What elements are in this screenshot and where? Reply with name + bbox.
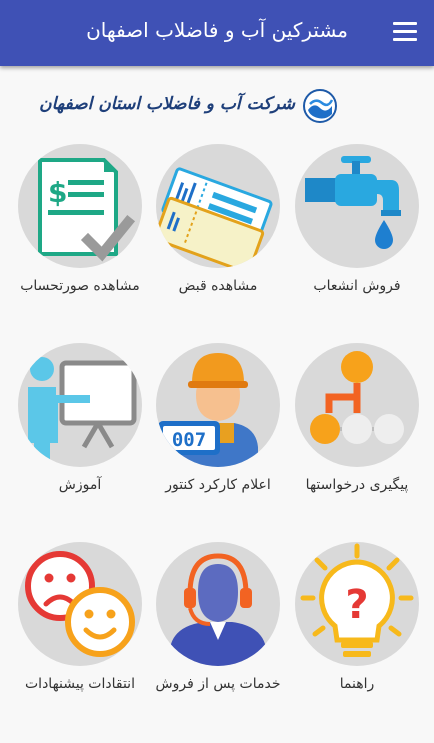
meter-reader-icon: 007 bbox=[158, 353, 258, 467]
menu-item-label: مشاهده صورتحساب bbox=[20, 278, 140, 294]
tile-icon-circle bbox=[295, 343, 419, 467]
help-lightbulb-icon: ? bbox=[300, 543, 414, 657]
app-bar: مشترکین آب و فاضلاب اصفهان bbox=[0, 0, 434, 66]
menu-item-label: اعلام کارکرد کنتور bbox=[165, 477, 271, 493]
menu-item-request-tracking[interactable]: پیگیری درخواستها bbox=[288, 343, 426, 528]
company-brand: شرکت آب و فاضلاب استان اصفهان bbox=[39, 86, 340, 126]
bill-tickets-icon bbox=[156, 167, 273, 268]
svg-text:?: ? bbox=[345, 582, 368, 628]
menu-item-view-bill[interactable]: مشاهده قبض bbox=[149, 144, 287, 329]
menu-item-label: مشاهده قبض bbox=[178, 278, 258, 294]
meter-digits: 007 bbox=[172, 429, 206, 451]
teacher-board-icon bbox=[28, 357, 137, 463]
tile-icon-circle bbox=[156, 144, 280, 268]
svg-text:$: $ bbox=[48, 176, 67, 209]
tile-icon-circle bbox=[18, 343, 142, 467]
menu-item-label: راهنما bbox=[339, 676, 375, 692]
support-headset-icon bbox=[170, 553, 266, 666]
tile-icon-circle: ? bbox=[295, 542, 419, 666]
tile-icon-circle bbox=[295, 144, 419, 268]
menu-item-feedback[interactable]: انتقادات پیشنهادات bbox=[11, 542, 149, 727]
invoice-check-icon: $ bbox=[38, 158, 136, 262]
menu-item-label: خدمات پس از فروش bbox=[155, 676, 281, 692]
tile-icon-circle bbox=[18, 542, 142, 666]
menu-item-training[interactable]: آموزش bbox=[11, 343, 149, 528]
menu-item-label: انتقادات پیشنهادات bbox=[25, 676, 135, 692]
menu-item-after-sales[interactable]: خدمات پس از فروش bbox=[149, 542, 287, 727]
menu-item-guide[interactable]: ? راهنما bbox=[288, 542, 426, 727]
menu-item-meter-report[interactable]: 007 اعلام کارکرد کنتور bbox=[149, 343, 287, 528]
water-drop-logo-icon bbox=[303, 89, 337, 123]
tile-icon-circle: 007 bbox=[156, 343, 280, 467]
tile-icon-circle bbox=[156, 542, 280, 666]
menu-item-label: فروش انشعاب bbox=[313, 278, 401, 294]
water-tap-icon bbox=[305, 156, 401, 249]
tile-icon-circle: $ bbox=[18, 144, 142, 268]
hamburger-menu-icon[interactable] bbox=[393, 22, 417, 42]
menu-item-label: آموزش bbox=[58, 477, 102, 493]
company-name: شرکت آب و فاضلاب استان اصفهان bbox=[39, 94, 295, 114]
menu-item-view-invoice[interactable]: $ مشاهده صورتحساب bbox=[11, 144, 149, 329]
feedback-faces-icon bbox=[25, 551, 135, 657]
app-title: مشترکین آب و فاضلاب اصفهان bbox=[86, 18, 348, 42]
request-tracking-icon bbox=[310, 351, 404, 444]
menu-item-branch-sales[interactable]: فروش انشعاب bbox=[288, 144, 426, 329]
menu-item-label: پیگیری درخواستها bbox=[305, 477, 409, 493]
